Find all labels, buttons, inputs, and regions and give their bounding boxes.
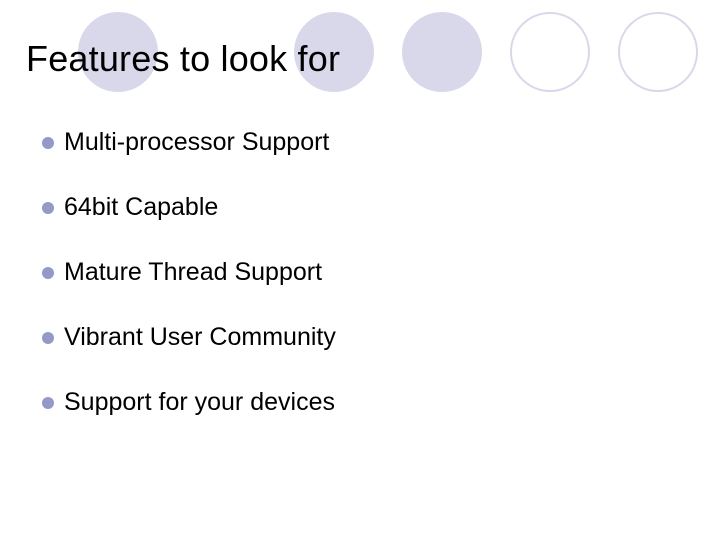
deco-circle-3: [402, 12, 482, 92]
list-item-label: 64bit Capable: [64, 193, 218, 222]
bullet-list: Multi-processor Support 64bit Capable Ma…: [42, 128, 336, 453]
bullet-icon: [42, 332, 54, 344]
bullet-icon: [42, 397, 54, 409]
bullet-icon: [42, 137, 54, 149]
list-item: Mature Thread Support: [42, 258, 336, 287]
list-item: Multi-processor Support: [42, 128, 336, 157]
list-item-label: Support for your devices: [64, 388, 335, 417]
slide-title: Features to look for: [26, 38, 340, 80]
bullet-icon: [42, 267, 54, 279]
list-item: Support for your devices: [42, 388, 336, 417]
deco-circle-4: [510, 12, 590, 92]
list-item-label: Mature Thread Support: [64, 258, 322, 287]
list-item-label: Vibrant User Community: [64, 323, 336, 352]
bullet-icon: [42, 202, 54, 214]
list-item-label: Multi-processor Support: [64, 128, 329, 157]
deco-circle-5: [618, 12, 698, 92]
list-item: Vibrant User Community: [42, 323, 336, 352]
list-item: 64bit Capable: [42, 193, 336, 222]
